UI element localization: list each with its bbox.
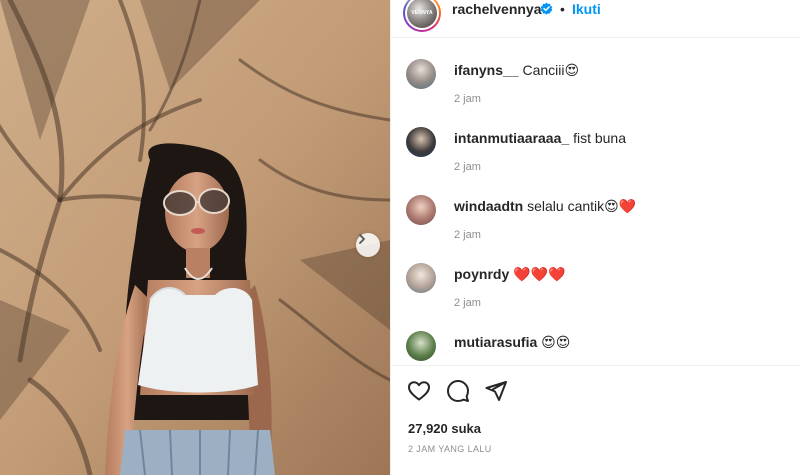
comment-item: intanmutiaaraaa_ fist buna 2 jam	[391, 107, 800, 173]
follow-button[interactable]: Ikuti	[572, 1, 601, 17]
post-photo[interactable]	[0, 0, 390, 475]
post-details-panel: VENNYA rachelvennya • Ikuti ifanyns__ Ca…	[390, 0, 800, 475]
commenter-avatar[interactable]	[406, 331, 436, 361]
comment-username[interactable]: ifanyns__	[454, 62, 519, 78]
comment-item: poynrdy ❤️❤️❤️ 2 jam	[391, 243, 800, 309]
commenter-avatar[interactable]	[406, 195, 436, 225]
instagram-post: VENNYA rachelvennya • Ikuti ifanyns__ Ca…	[0, 0, 800, 475]
comment-username[interactable]: poynrdy	[454, 266, 509, 282]
comments-list[interactable]: ifanyns__ Canciii😍 2 jam intanmutiaaraaa…	[391, 39, 800, 364]
comment-bubble-icon[interactable]	[446, 379, 470, 403]
comment-item: windaadtn selalu cantik😍❤️ 2 jam	[391, 175, 800, 241]
comment-item: mutiarasufia 😍😍	[391, 311, 800, 364]
heart-outline-icon[interactable]	[407, 379, 431, 403]
likes-count[interactable]: 27,920 suka	[408, 421, 481, 436]
author-username[interactable]: rachelvennya	[452, 1, 542, 17]
comment-username[interactable]: intanmutiaaraaa_	[454, 130, 569, 146]
commenter-avatar[interactable]	[406, 127, 436, 157]
post-actions: 27,920 suka 2 JAM YANG LALU	[391, 365, 800, 475]
comment-time: 2 jam	[454, 93, 481, 105]
comment-text: ❤️❤️❤️	[513, 266, 566, 282]
comment-item: ifanyns__ Canciii😍 2 jam	[391, 39, 800, 105]
comment-text: selalu cantik😍❤️	[527, 198, 637, 214]
comment-text: Canciii😍	[522, 62, 580, 78]
author-avatar[interactable]: VENNYA	[403, 0, 441, 32]
commenter-avatar[interactable]	[406, 263, 436, 293]
verified-badge-icon	[540, 2, 553, 15]
comment-username[interactable]: mutiarasufia	[454, 334, 537, 350]
chevron-right-icon	[359, 234, 365, 244]
next-photo-button[interactable]	[356, 233, 380, 257]
comment-username[interactable]: windaadtn	[454, 198, 523, 214]
paper-plane-icon[interactable]	[484, 379, 508, 403]
photo-illustration	[0, 0, 390, 475]
post-header: VENNYA rachelvennya • Ikuti	[391, 0, 800, 38]
comment-time: 2 jam	[454, 297, 481, 309]
avatar-text: VENNYA	[411, 10, 433, 16]
comment-time: 2 jam	[454, 161, 481, 173]
comment-text: fist buna	[573, 130, 626, 146]
header-separator: •	[560, 1, 565, 17]
post-timestamp[interactable]: 2 JAM YANG LALU	[408, 444, 492, 454]
comment-text: 😍😍	[541, 334, 571, 350]
commenter-avatar[interactable]	[406, 59, 436, 89]
comment-time: 2 jam	[454, 229, 481, 241]
